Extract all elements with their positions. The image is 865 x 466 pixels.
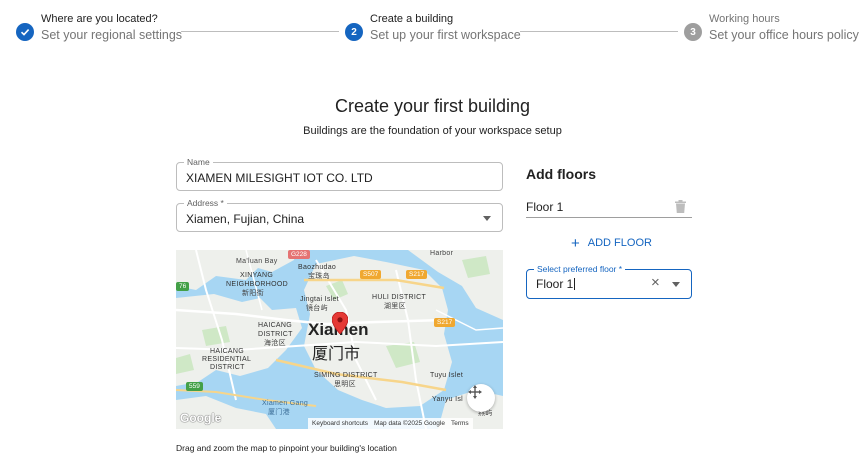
name-value: XIAMEN MILESIGHT IOT CO. LTD: [186, 171, 373, 185]
step-building[interactable]: 2 Create a building Set up your first wo…: [345, 14, 521, 42]
road-badge: G228: [288, 250, 310, 259]
map-label: Baozhudao: [298, 264, 337, 271]
map-label: Harbor: [430, 250, 454, 257]
map-caption: Drag and zoom the map to pinpoint your b…: [176, 443, 397, 453]
map-label: Xiamen Gang: [262, 400, 309, 407]
trash-icon[interactable]: [675, 200, 686, 218]
map-label: XINYANG: [240, 272, 274, 279]
page-subtitle: Buildings are the foundation of your wor…: [303, 125, 562, 137]
road-badge: S507: [360, 270, 382, 279]
check-icon: [16, 23, 34, 41]
map-label: 镜台屿: [306, 305, 328, 312]
name-field[interactable]: Name XIAMEN MILESIGHT IOT CO. LTD: [176, 157, 503, 191]
map[interactable]: Ma'luan Bay Harbor XINYANG NEIGHBORHOOD …: [176, 250, 503, 429]
address-select[interactable]: Address * Xiamen, Fujian, China: [176, 198, 503, 232]
step-location[interactable]: Where are you located? Set your regional…: [16, 14, 182, 42]
step-number-badge: 2: [345, 23, 363, 41]
map-label: 海沧区: [264, 340, 286, 347]
map-label: NEIGHBORHOOD: [226, 281, 288, 288]
move-arrows-icon: [468, 385, 482, 399]
preferred-floor-label: Select preferred floor *: [534, 264, 626, 274]
chevron-down-icon[interactable]: [672, 282, 680, 287]
floor-name: Floor 1: [526, 200, 564, 214]
address-label: Address *: [184, 198, 227, 208]
map-label: HULI DISTRICT: [372, 294, 427, 301]
map-attribution: Keyboard shortcuts Map data ©2025 Google…: [308, 418, 473, 429]
step-subtitle: Set up your first workspace: [370, 28, 521, 42]
google-logo: Google: [180, 411, 222, 425]
text-cursor: [574, 278, 576, 290]
map-label: DISTRICT: [258, 331, 293, 338]
close-icon[interactable]: ×: [651, 274, 660, 292]
map-label: 思明区: [334, 381, 356, 388]
step-title: Where are you located?: [41, 13, 158, 25]
step-title: Working hours: [709, 13, 780, 25]
road-badge: 76: [176, 282, 190, 291]
add-floor-button[interactable]: + ADD FLOOR: [571, 234, 652, 252]
map-label: 宝珠岛: [308, 273, 330, 280]
step-connector: [520, 31, 678, 32]
page-title: Create your first building: [334, 96, 531, 116]
map-data-text: Map data ©2025 Google: [374, 420, 445, 427]
plus-icon: +: [571, 234, 580, 252]
map-label: HAICANG: [258, 322, 292, 329]
map-city-label-zh: 厦门市: [312, 346, 361, 363]
map-label: HAICANG: [210, 348, 244, 355]
address-value: Xiamen, Fujian, China: [186, 212, 305, 226]
map-label: Jingtai Islet: [300, 296, 339, 303]
step-title: Create a building: [370, 13, 454, 25]
stepper: Where are you located? Set your regional…: [0, 0, 865, 60]
road-badge: S217: [406, 270, 428, 279]
map-fullscreen-button[interactable]: [467, 384, 495, 412]
preferred-floor-text: Floor 1: [536, 277, 574, 291]
name-label: Name: [184, 157, 213, 167]
map-label: 新阳街: [242, 290, 264, 297]
preferred-floor-value: Floor 1: [536, 277, 576, 291]
floors-title: Add floors: [526, 166, 596, 182]
terms-link[interactable]: Terms: [451, 420, 469, 427]
add-floor-label: ADD FLOOR: [587, 237, 652, 249]
map-label: DISTRICT: [210, 364, 245, 371]
map-label: Tuyu Islet: [430, 372, 464, 379]
step-connector: [181, 31, 339, 32]
map-label: 厦门港: [268, 409, 290, 416]
map-label: Yanyu Isl: [432, 396, 463, 403]
map-label: 湖里区: [384, 303, 406, 310]
chevron-down-icon[interactable]: [483, 216, 491, 221]
step-working-hours[interactable]: 3 Working hours Set your office hours po…: [684, 14, 859, 42]
step-number-badge: 3: [684, 23, 702, 41]
preferred-floor-select[interactable]: Select preferred floor * Floor 1 ×: [526, 264, 692, 299]
map-label: SIMING DISTRICT: [314, 372, 378, 379]
map-label: Ma'luan Bay: [236, 258, 278, 265]
keyboard-shortcuts-link[interactable]: Keyboard shortcuts: [312, 420, 368, 427]
step-subtitle: Set your office hours policy: [709, 28, 859, 42]
step-subtitle: Set your regional settings: [41, 28, 183, 42]
map-label: RESIDENTIAL: [202, 356, 252, 363]
floor-item[interactable]: Floor 1: [526, 196, 692, 218]
road-badge: 559: [186, 382, 203, 391]
road-badge: S217: [434, 318, 456, 327]
